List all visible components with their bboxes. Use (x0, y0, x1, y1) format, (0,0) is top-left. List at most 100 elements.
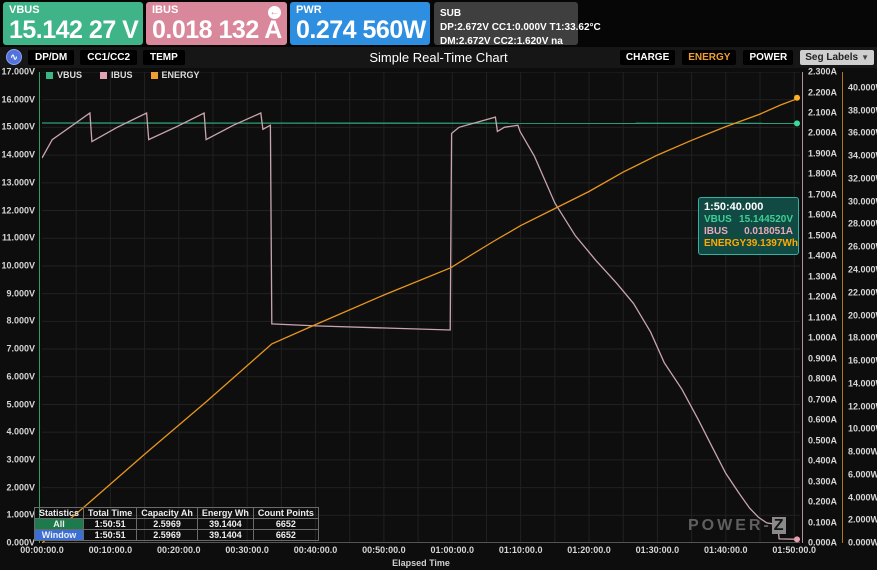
back-arrow-icon[interactable]: ← (268, 6, 281, 19)
axis-tick-label: 34.000Wh (848, 152, 877, 161)
stat-label: VBUS (9, 4, 137, 16)
axis-tick-label: 2.000A (808, 129, 837, 138)
axis-tick-label: 10.000V (1, 261, 35, 270)
axis-tick-label: 1.600A (808, 211, 837, 220)
legend-item-vbus[interactable]: VBUS (46, 70, 82, 80)
stats-cell: 39.1404 (197, 530, 253, 541)
axis-tick-label: 14.000V (1, 151, 35, 160)
axis-tick-label: 7.000V (6, 345, 35, 354)
legend-label: ENERGY (162, 70, 200, 80)
tooltip-row-ibus: IBUS0.018051A (704, 226, 793, 238)
powerz-watermark: POWER-Z (688, 517, 786, 535)
axis-tick-label: 0.500A (808, 436, 837, 445)
axis-tick-label: 1.000V (6, 511, 35, 520)
time-axis-title: Elapsed Time (42, 558, 800, 568)
time-tick-label: 01:20:00.0 (567, 545, 611, 555)
axis-tick-label: 3.000V (6, 455, 35, 464)
axis-tick-label: 8.000V (6, 317, 35, 326)
time-tick-label: 00:50:00.0 (362, 545, 406, 555)
seg-labels-dropdown[interactable]: Seg Labels▼ (800, 50, 874, 65)
powerz-app-window: VBUS15.142 27 VIBUS←0.018 132 APWR0.274 … (0, 0, 877, 570)
axis-tick-label: 1.100A (808, 313, 837, 322)
stats-cell: 2.5969 (137, 519, 198, 530)
axis-tick-label: 0.300A (808, 477, 837, 486)
axis-tick-label: 12.000V (1, 206, 35, 215)
axis-tick-label: 0.400A (808, 457, 837, 466)
charge-button[interactable]: CHARGE (620, 50, 675, 65)
axis-tick-label: 16.000Wh (848, 357, 877, 366)
sub-readouts-box: SUB DP:2.672V CC1:0.000V T1:33.62°C DM:2… (434, 2, 578, 45)
stats-header-cell: Statistics (35, 508, 84, 519)
stats-row-name[interactable]: All (35, 519, 84, 530)
axis-tick-label: 8.000Wh (848, 448, 877, 457)
statistics-table: StatisticsTotal TimeCapacity AhEnergy Wh… (34, 507, 319, 541)
energy-axis: 40.000Wh38.000Wh36.000Wh34.000Wh32.000Wh… (842, 72, 877, 543)
tooltip-series-label: ENERGY (704, 238, 746, 250)
axis-tick-label: 18.000Wh (848, 334, 877, 343)
time-tick-label: 01:10:00.0 (499, 545, 543, 555)
stats-header-cell: Capacity Ah (137, 508, 198, 519)
axis-tick-label: 2.100A (808, 109, 837, 118)
time-tick-label: 00:20:00.0 (157, 545, 201, 555)
legend-item-energy[interactable]: ENERGY (151, 70, 200, 80)
stat-value: 15.142 27 V (9, 16, 137, 44)
stats-header-cell: Total Time (84, 508, 137, 519)
axis-tick-label: 0.900A (808, 354, 837, 363)
legend-label: VBUS (57, 70, 82, 80)
chart-region: 17.000V 16.000V 15.000V 14.000V 13.000V 12.00… (0, 68, 877, 570)
axis-tick-label: 2.000Wh (848, 516, 877, 525)
chart-legend: VBUS IBUS ENERGY (46, 70, 200, 80)
axis-tick-label: 26.000Wh (848, 243, 877, 252)
time-tick-label: 01:50:00.0 (772, 545, 816, 555)
time-tick-label: 00:40:00.0 (294, 545, 338, 555)
axis-tick-label: 1.000A (808, 334, 837, 343)
trace-endpoint-ibus (794, 536, 800, 542)
energy-button[interactable]: ENERGY (682, 50, 736, 65)
current-axis: 2.300A2.200A2.100A2.000A1.900A1.800A1.70… (802, 72, 840, 543)
stat-bar: VBUS15.142 27 VIBUS←0.018 132 APWR0.274 … (0, 0, 877, 47)
axis-tick-label: 6.000Wh (848, 470, 877, 479)
axis-tick-label: 16.000V (1, 95, 35, 104)
stats-row-all: All1:50:512.596939.14046652 (35, 519, 319, 530)
axis-tick-label: 1.700A (808, 190, 837, 199)
axis-tick-label: 4.000Wh (848, 493, 877, 502)
time-tick-label: 01:30:00.0 (636, 545, 680, 555)
axis-tick-label: 14.000Wh (848, 379, 877, 388)
axis-tick-label: 32.000Wh (848, 174, 877, 183)
time-tick-label: 01:00:00.0 (431, 545, 475, 555)
power-button[interactable]: POWER (743, 50, 793, 65)
legend-swatch-icon (46, 72, 53, 79)
stats-cell: 39.1404 (197, 519, 253, 530)
axis-tick-label: 1.900A (808, 149, 837, 158)
legend-item-ibus[interactable]: IBUS (100, 70, 133, 80)
tooltip-row-vbus: VBUS15.144520V (704, 214, 793, 226)
tooltip-series-value: 39.1397Wh (746, 238, 798, 250)
axis-tick-label: 17.000V (1, 68, 35, 77)
axis-tick-label: 22.000Wh (848, 288, 877, 297)
stats-cell: 1:50:51 (84, 519, 137, 530)
axis-tick-label: 0.100A (808, 518, 837, 527)
time-tick-label: 00:30:00.0 (225, 545, 269, 555)
axis-tick-label: 24.000Wh (848, 266, 877, 275)
stat-label: IBUS (152, 4, 281, 16)
stat-label: PWR (296, 4, 424, 16)
axis-tick-label: 30.000Wh (848, 197, 877, 206)
axis-tick-label: 5.000V (6, 400, 35, 409)
axis-tick-label: 9.000V (6, 289, 35, 298)
axis-tick-label: 0.800A (808, 375, 837, 384)
tooltip-time: 1:50:40.000 (704, 201, 793, 214)
axis-tick-label: 0.000Wh (848, 539, 877, 548)
toolbar: ∿ DP/DMCC1/CC2TEMP Simple Real-Time Char… (0, 47, 877, 68)
tooltip-series-label: VBUS (704, 214, 732, 226)
axis-tick-label: 15.000V (1, 123, 35, 132)
time-tick-label: 00:00:00.0 (20, 545, 64, 555)
axis-tick-label: 0.600A (808, 416, 837, 425)
axis-tick-label: 13.000V (1, 178, 35, 187)
plot-area[interactable] (42, 72, 800, 543)
voltage-axis: 17.000V16.000V15.000V14.000V13.000V12.00… (0, 72, 40, 543)
time-tick-label: 00:10:00.0 (89, 545, 133, 555)
sub-line-1: DP:2.672V CC1:0.000V T1:33.62°C (440, 21, 572, 35)
time-tick-label: 01:40:00.0 (704, 545, 748, 555)
trace-endpoint-energy (794, 95, 800, 101)
stats-row-name[interactable]: Window (35, 530, 84, 541)
